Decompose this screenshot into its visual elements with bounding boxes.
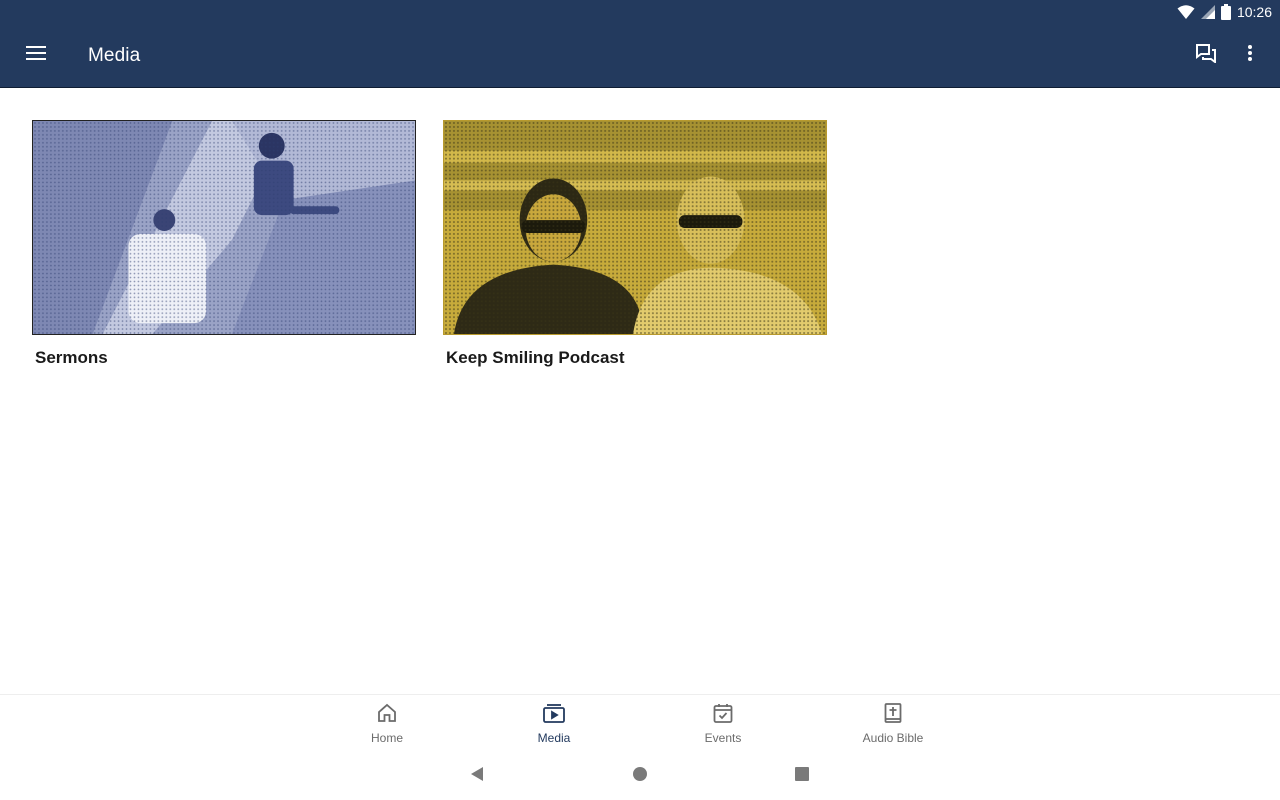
home-icon — [377, 703, 397, 728]
system-back-button[interactable] — [465, 764, 489, 788]
back-triangle-icon — [469, 766, 485, 787]
system-home-button[interactable] — [628, 764, 652, 788]
cell-signal-icon — [1200, 5, 1215, 19]
system-navigation-bar — [0, 752, 1280, 800]
recents-square-icon — [794, 766, 810, 787]
nav-label: Home — [370, 731, 403, 745]
podcast-thumbnail — [443, 120, 827, 335]
media-grid: Sermons Keep Smiling Podcast — [0, 88, 1280, 694]
home-circle-icon — [632, 766, 648, 787]
more-options-button[interactable] — [1228, 24, 1272, 88]
nav-item-events[interactable]: Events — [663, 695, 783, 753]
menu-icon — [26, 45, 46, 66]
media-card-title: Keep Smiling Podcast — [446, 348, 625, 367]
status-bar: 10:26 — [0, 0, 1280, 24]
wifi-icon — [1177, 4, 1195, 20]
chat-button[interactable] — [1184, 24, 1228, 88]
menu-button[interactable] — [0, 24, 72, 88]
nav-label: Events — [704, 731, 742, 745]
app-bar: Media — [0, 24, 1280, 88]
media-card-title: Sermons — [35, 348, 108, 367]
page-title: Media — [88, 44, 141, 66]
nav-label: Media — [537, 731, 571, 745]
media-icon — [543, 703, 565, 728]
nav-item-media[interactable]: Media — [494, 695, 614, 753]
media-card-keep-smiling-podcast[interactable]: Keep Smiling Podcast — [443, 120, 827, 368]
status-time: 10:26 — [1236, 4, 1272, 20]
battery-icon — [1220, 4, 1231, 20]
nav-label: Audio Bible — [862, 731, 924, 745]
system-recents-button[interactable] — [790, 764, 814, 788]
media-card-sermons[interactable]: Sermons — [32, 120, 416, 368]
nav-item-audio-bible[interactable]: Audio Bible — [833, 695, 953, 753]
chat-icon — [1195, 43, 1217, 68]
sermons-thumbnail — [32, 120, 416, 335]
bible-icon — [884, 703, 902, 728]
more-vertical-icon — [1248, 45, 1252, 66]
bottom-navigation: Home Media Events Audio Bible — [0, 694, 1280, 752]
nav-item-home[interactable]: Home — [327, 695, 447, 753]
calendar-icon — [713, 703, 733, 728]
